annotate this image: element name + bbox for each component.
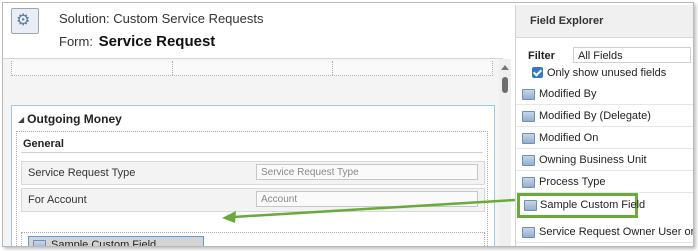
form-editor-window: ⚙ Solution: Custom Service Requests Form… [2, 2, 694, 247]
drag-arrow-icon [222, 198, 516, 223]
